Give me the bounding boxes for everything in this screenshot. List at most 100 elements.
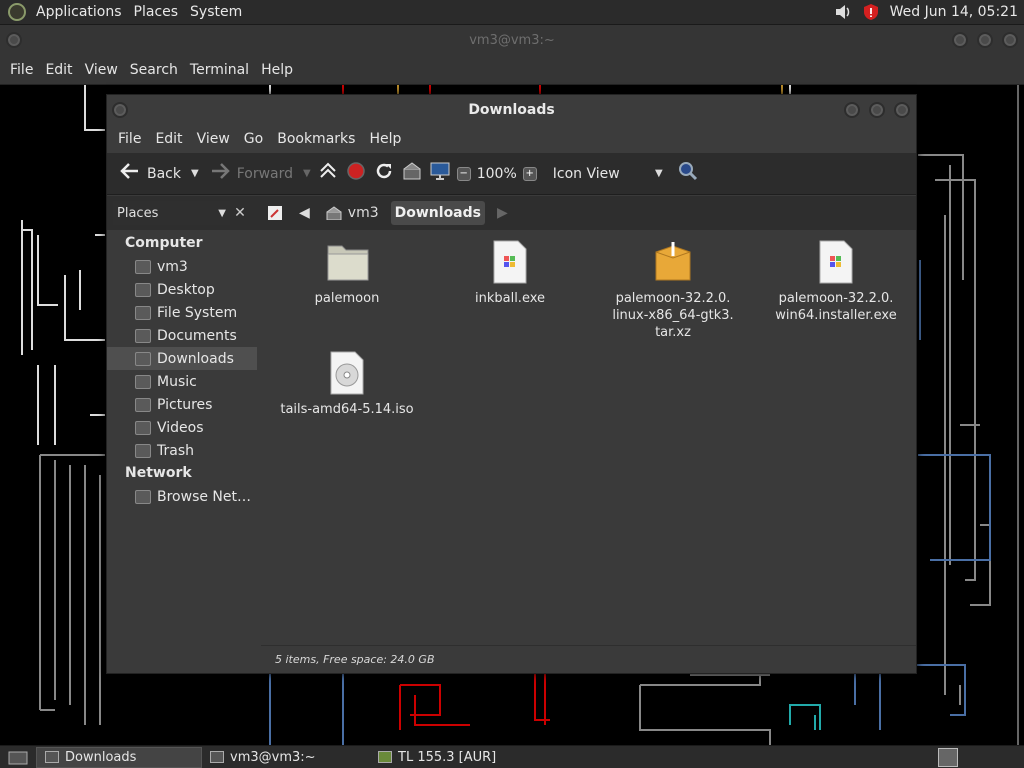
sidebar-item-downloads[interactable]: Downloads [107, 347, 257, 370]
terminal-menu-edit[interactable]: Edit [39, 62, 78, 78]
terminal-minimize-button[interactable] [952, 32, 968, 48]
sidebar-item-label: vm3 [157, 258, 188, 275]
pathbar: ◀ vm3 Downloads ▶ [257, 196, 916, 230]
videos-folder-icon [135, 420, 151, 435]
terminal-close-button[interactable] [1002, 32, 1018, 48]
path-segment-vm3[interactable]: vm3 [322, 201, 383, 225]
up-icon[interactable] [317, 161, 339, 186]
fm-close-button[interactable] [894, 102, 910, 118]
view-mode-select[interactable]: Icon View ▼ [549, 159, 667, 189]
fm-menu-go[interactable]: Go [237, 131, 270, 147]
path-segment-vm3-label: vm3 [347, 205, 379, 221]
folder-icon [326, 240, 369, 284]
fm-window-menu-button[interactable] [112, 102, 128, 118]
sidebar-item-videos[interactable]: Videos [107, 416, 257, 439]
sidebar-item-label: Downloads [157, 350, 234, 367]
sidebar-item-label: Videos [157, 419, 204, 436]
terminal-menu-search[interactable]: Search [124, 62, 184, 78]
back-history-dropdown-icon[interactable]: ▼ [191, 168, 199, 179]
reload-icon[interactable] [373, 161, 395, 186]
file-item-tails-iso[interactable]: tails-amd64-5.14.iso [267, 351, 427, 418]
taskbar-item-downloads[interactable]: Downloads [36, 746, 202, 768]
view-mode-label: Icon View [552, 165, 620, 182]
file-item-palemoon-installer[interactable]: palemoon-32.2.0. win64.installer.exe [756, 240, 916, 324]
path-segment-downloads[interactable]: Downloads [390, 201, 485, 225]
sidebar-type-select[interactable]: Places ▼ [113, 201, 230, 225]
system-menu[interactable]: System [184, 4, 248, 20]
fm-menubar: File Edit View Go Bookmarks Help [107, 125, 916, 153]
file-item-inkball-exe[interactable]: inkball.exe [430, 240, 590, 307]
sidebar-item-file-system[interactable]: File System [107, 301, 257, 324]
path-back-arrow-icon[interactable]: ◀ [295, 201, 314, 225]
taskbar-item-label: TL 155.3 [AUR] [398, 749, 497, 765]
downloads-folder-icon [135, 351, 151, 366]
clock[interactable]: Wed Jun 14, 05:21 [890, 4, 1018, 20]
location-edit-icon[interactable] [263, 201, 287, 225]
trash-icon [135, 443, 151, 458]
sidebar-item-documents[interactable]: Documents [107, 324, 257, 347]
terminal-menu-terminal[interactable]: Terminal [184, 62, 255, 78]
system-tray: Wed Jun 14, 05:21 [834, 3, 1024, 21]
stop-icon[interactable] [345, 161, 367, 186]
computer-icon[interactable] [429, 161, 451, 186]
file-item-palemoon-tar[interactable]: palemoon-32.2.0. linux-x86_64-gtk3. tar.… [593, 240, 753, 341]
taskbar-item-terminal[interactable]: vm3@vm3:~ [202, 747, 370, 768]
path-forward-arrow-icon[interactable]: ▶ [493, 201, 512, 225]
places-menu[interactable]: Places [128, 4, 185, 20]
sidebar-item-vm3[interactable]: vm3 [107, 255, 257, 278]
fm-menu-file[interactable]: File [111, 131, 148, 147]
file-name: palemoon [314, 291, 380, 306]
taskbar-item-tl[interactable]: TL 155.3 [AUR] [370, 747, 504, 768]
sidebar-item-label: Trash [157, 442, 194, 459]
terminal-titlebar[interactable]: vm3@vm3:~ [0, 25, 1024, 55]
terminal-menu-file[interactable]: File [4, 62, 39, 78]
back-button[interactable]: Back [115, 159, 185, 189]
sidebar-item-label: Pictures [157, 396, 213, 413]
fm-titlebar[interactable]: Downloads [107, 95, 916, 125]
forward-history-dropdown-icon[interactable]: ▼ [303, 168, 311, 179]
search-icon[interactable] [677, 160, 699, 187]
workspace-switcher[interactable] [938, 747, 958, 767]
zoom-control: − 100% + [456, 166, 537, 182]
fm-menu-bookmarks[interactable]: Bookmarks [270, 131, 362, 147]
folder-icon [135, 282, 151, 297]
status-bar: 5 items, Free space: 24.0 GB [261, 645, 916, 673]
sidebar-item-desktop[interactable]: Desktop [107, 278, 257, 301]
volume-icon[interactable] [834, 3, 852, 21]
home-icon[interactable] [401, 161, 423, 186]
fm-menu-edit[interactable]: Edit [148, 131, 189, 147]
fm-minimize-button[interactable] [844, 102, 860, 118]
bottom-taskbar: Downloads vm3@vm3:~ TL 155.3 [AUR] [0, 745, 1024, 768]
file-item-palemoon-folder[interactable]: palemoon [267, 240, 427, 307]
sidebar-item-music[interactable]: Music [107, 370, 257, 393]
sidebar-item-browse-network[interactable]: Browse Net… [107, 485, 257, 508]
terminal-menu-help[interactable]: Help [255, 62, 299, 78]
file-name: palemoon-32.2.0. linux-x86_64-gtk3. tar.… [612, 291, 734, 340]
app-icon [378, 751, 392, 763]
zoom-level[interactable]: 100% [477, 166, 517, 182]
sidebar-item-label: File System [157, 304, 238, 321]
disc-image-icon [326, 351, 368, 395]
file-manager-window: Downloads File Edit View Go Bookmarks He… [106, 94, 917, 674]
sidebar-item-trash[interactable]: Trash [107, 439, 257, 462]
terminal-maximize-button[interactable] [977, 32, 993, 48]
sidebar-item-label: Desktop [157, 281, 215, 298]
back-label: Back [147, 165, 181, 182]
fm-menu-view[interactable]: View [190, 131, 237, 147]
distro-logo-icon[interactable] [8, 3, 26, 21]
terminal-menu-button[interactable] [6, 32, 22, 48]
applications-menu[interactable]: Applications [30, 4, 128, 20]
sidebar-header: Places ▼ ✕ [107, 196, 257, 230]
show-desktop-button[interactable] [0, 747, 36, 768]
zoom-in-icon[interactable]: + [522, 166, 537, 181]
shield-icon[interactable] [862, 3, 880, 21]
fm-menu-help[interactable]: Help [362, 131, 408, 147]
sidebar-item-pictures[interactable]: Pictures [107, 393, 257, 416]
terminal-menu-view[interactable]: View [79, 62, 124, 78]
fm-maximize-button[interactable] [869, 102, 885, 118]
zoom-out-icon[interactable]: − [456, 166, 471, 181]
sidebar-close-icon[interactable]: ✕ [230, 205, 250, 221]
file-view[interactable]: palemoon inkball.exe palemoon-32.2.0. li… [261, 230, 916, 673]
executable-icon [815, 240, 857, 284]
forward-button[interactable]: Forward [205, 159, 297, 189]
